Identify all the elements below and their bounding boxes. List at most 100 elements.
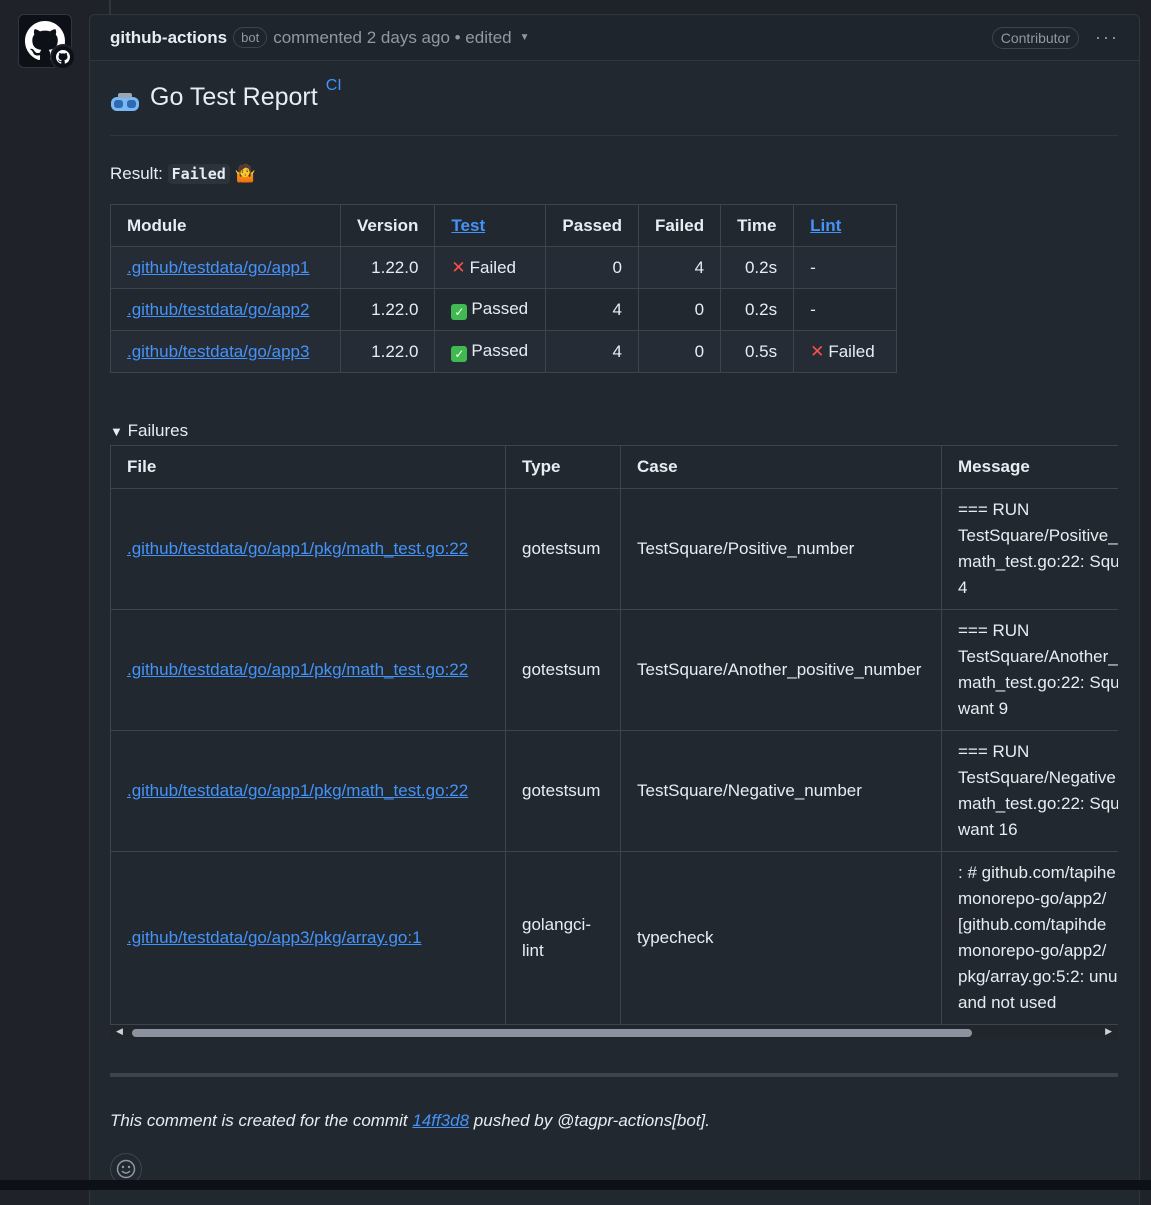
message-line: === RUN	[958, 500, 1030, 519]
test-status: Passed	[471, 341, 529, 360]
type-cell: gotestsum	[505, 730, 621, 852]
message-line: [github.com/tapihde	[958, 915, 1107, 934]
message-line: and not used	[958, 993, 1057, 1012]
test-status: Failed	[469, 257, 516, 277]
failed-cell: 0	[637, 288, 722, 331]
message-line: monorepo-go/app2/	[958, 941, 1107, 960]
message-line: math_test.go:22: Squ	[958, 552, 1118, 571]
module-link[interactable]: .github/testdata/go/app1	[127, 258, 309, 277]
ci-link[interactable]: CI	[326, 77, 342, 95]
table-row: .github/testdata/go/app1 1.22.0 ✕ Failed …	[110, 246, 898, 289]
author-link[interactable]: github-actions	[110, 28, 227, 48]
failures-scroll-area[interactable]: File Type Case Message .github/testdata/…	[110, 445, 1118, 1025]
message-line: === RUN	[958, 742, 1030, 761]
chevron-down-icon[interactable]: ▼	[520, 32, 530, 43]
message-line: TestSquare/Positive_n	[958, 526, 1118, 545]
file-link[interactable]: .github/testdata/go/app1/pkg/math_test.g…	[127, 781, 468, 800]
col-message: Message	[941, 445, 1118, 489]
cross-icon: ✕	[451, 257, 466, 277]
col-test-link[interactable]: Test	[451, 216, 485, 235]
message-line: math_test.go:22: Squ	[958, 673, 1118, 692]
case-cell: TestSquare/Negative_number	[620, 730, 942, 852]
lint-status: Failed	[828, 341, 875, 361]
time-cell: 0.2s	[720, 288, 795, 331]
message-line: want 9	[958, 699, 1009, 718]
comment-header: github-actions bot commented 2 days ago …	[90, 15, 1139, 61]
version-cell: 1.22.0	[339, 288, 436, 331]
message-cell: : # github.com/tapihe monorepo-go/app2/ …	[941, 851, 1118, 1025]
message-line: want 16	[958, 820, 1018, 839]
message-cell: === RUN TestSquare/Positive_n math_test.…	[941, 488, 1118, 610]
message-line: math_test.go:22: Squ	[958, 794, 1118, 813]
col-case: Case	[620, 445, 942, 489]
case-cell: TestSquare/Positive_number	[620, 488, 942, 610]
type-cell: gotestsum	[505, 488, 621, 610]
file-link[interactable]: .github/testdata/go/app1/pkg/math_test.g…	[127, 660, 468, 679]
modules-table: Module Version Test Passed Failed Time L…	[110, 204, 898, 373]
message-line: TestSquare/Another_	[958, 647, 1118, 666]
goggles-icon	[111, 93, 139, 111]
passed-cell: 0	[545, 246, 639, 289]
failures-label: Failures	[127, 421, 189, 440]
check-icon: ✓	[451, 304, 468, 320]
message-line: pkg/array.go:5:2: unu	[958, 967, 1118, 986]
message-line: === RUN	[958, 621, 1030, 640]
bot-badge-icon	[50, 44, 76, 70]
check-icon: ✓	[451, 346, 468, 362]
file-link[interactable]: .github/testdata/go/app1/pkg/math_test.g…	[127, 539, 468, 558]
table-row: .github/testdata/go/app3 1.22.0 ✓ Passed …	[110, 330, 898, 373]
message-line: 4	[958, 578, 968, 597]
time-cell: 0.5s	[720, 330, 795, 373]
version-cell: 1.22.0	[339, 330, 436, 373]
lint-cell: -	[793, 288, 898, 331]
horizontal-scrollbar[interactable]: ◀ ▶	[110, 1025, 1118, 1039]
col-failed: Failed	[637, 204, 722, 247]
table-row: .github/testdata/go/app3/pkg/array.go:1 …	[110, 851, 1118, 1025]
footer-suffix: pushed by @tagpr-actions[bot].	[473, 1111, 710, 1130]
table-row: .github/testdata/go/app1/pkg/math_test.g…	[110, 609, 1118, 731]
module-link[interactable]: .github/testdata/go/app3	[127, 342, 309, 361]
col-time: Time	[720, 204, 795, 247]
passed-cell: 4	[545, 288, 639, 331]
file-link[interactable]: .github/testdata/go/app3/pkg/array.go:1	[127, 928, 422, 947]
col-type: Type	[505, 445, 621, 489]
message-cell: === RUN TestSquare/Another_ math_test.go…	[941, 609, 1118, 731]
failures-table: File Type Case Message .github/testdata/…	[110, 445, 1118, 1025]
modules-header-row: Module Version Test Passed Failed Time L…	[110, 204, 898, 247]
failures-toggle[interactable]: ▼ Failures	[110, 421, 1118, 441]
case-cell: TestSquare/Another_positive_number	[620, 609, 942, 731]
scroll-left-arrow-icon[interactable]: ◀	[116, 1026, 123, 1037]
module-link[interactable]: .github/testdata/go/app2	[127, 300, 309, 319]
bot-label: bot	[233, 27, 268, 48]
col-version: Version	[339, 204, 436, 247]
failures-header-row: File Type Case Message	[110, 445, 1118, 489]
type-cell: golangci-lint	[505, 851, 621, 1025]
table-row: .github/testdata/go/app1/pkg/math_test.g…	[110, 488, 1118, 610]
type-cell: gotestsum	[505, 609, 621, 731]
comment-meta[interactable]: commented 2 days ago • edited	[273, 28, 511, 48]
smiley-icon	[116, 1159, 136, 1179]
message-line: TestSquare/Negative	[958, 768, 1116, 787]
footer-note: This comment is created for the commit 1…	[110, 1111, 1118, 1131]
scroll-thumb[interactable]	[132, 1029, 972, 1037]
time-cell: 0.2s	[720, 246, 795, 289]
table-row: .github/testdata/go/app2 1.22.0 ✓ Passed …	[110, 288, 898, 331]
footer-prefix: This comment is created for the commit	[110, 1111, 408, 1130]
lint-cell: -	[793, 246, 898, 289]
cross-icon: ✕	[810, 341, 825, 361]
result-line: Result: Failed 🤷	[110, 164, 1118, 184]
contributor-badge: Contributor	[991, 26, 1080, 49]
col-lint-link[interactable]: Lint	[810, 216, 841, 235]
report-heading: Go Test Report CI	[110, 77, 1118, 136]
failed-cell: 0	[637, 330, 722, 373]
more-options-icon[interactable]: ···	[1095, 27, 1119, 48]
col-file: File	[110, 445, 506, 489]
case-cell: typecheck	[620, 851, 942, 1025]
message-line: monorepo-go/app2/	[958, 889, 1107, 908]
message-cell: === RUN TestSquare/Negative math_test.go…	[941, 730, 1118, 852]
col-module: Module	[110, 204, 341, 247]
scroll-right-arrow-icon[interactable]: ▶	[1105, 1026, 1112, 1037]
version-cell: 1.22.0	[339, 246, 436, 289]
message-line: : # github.com/tapihe	[958, 863, 1116, 882]
commit-link[interactable]: 14ff3d8	[412, 1111, 469, 1130]
